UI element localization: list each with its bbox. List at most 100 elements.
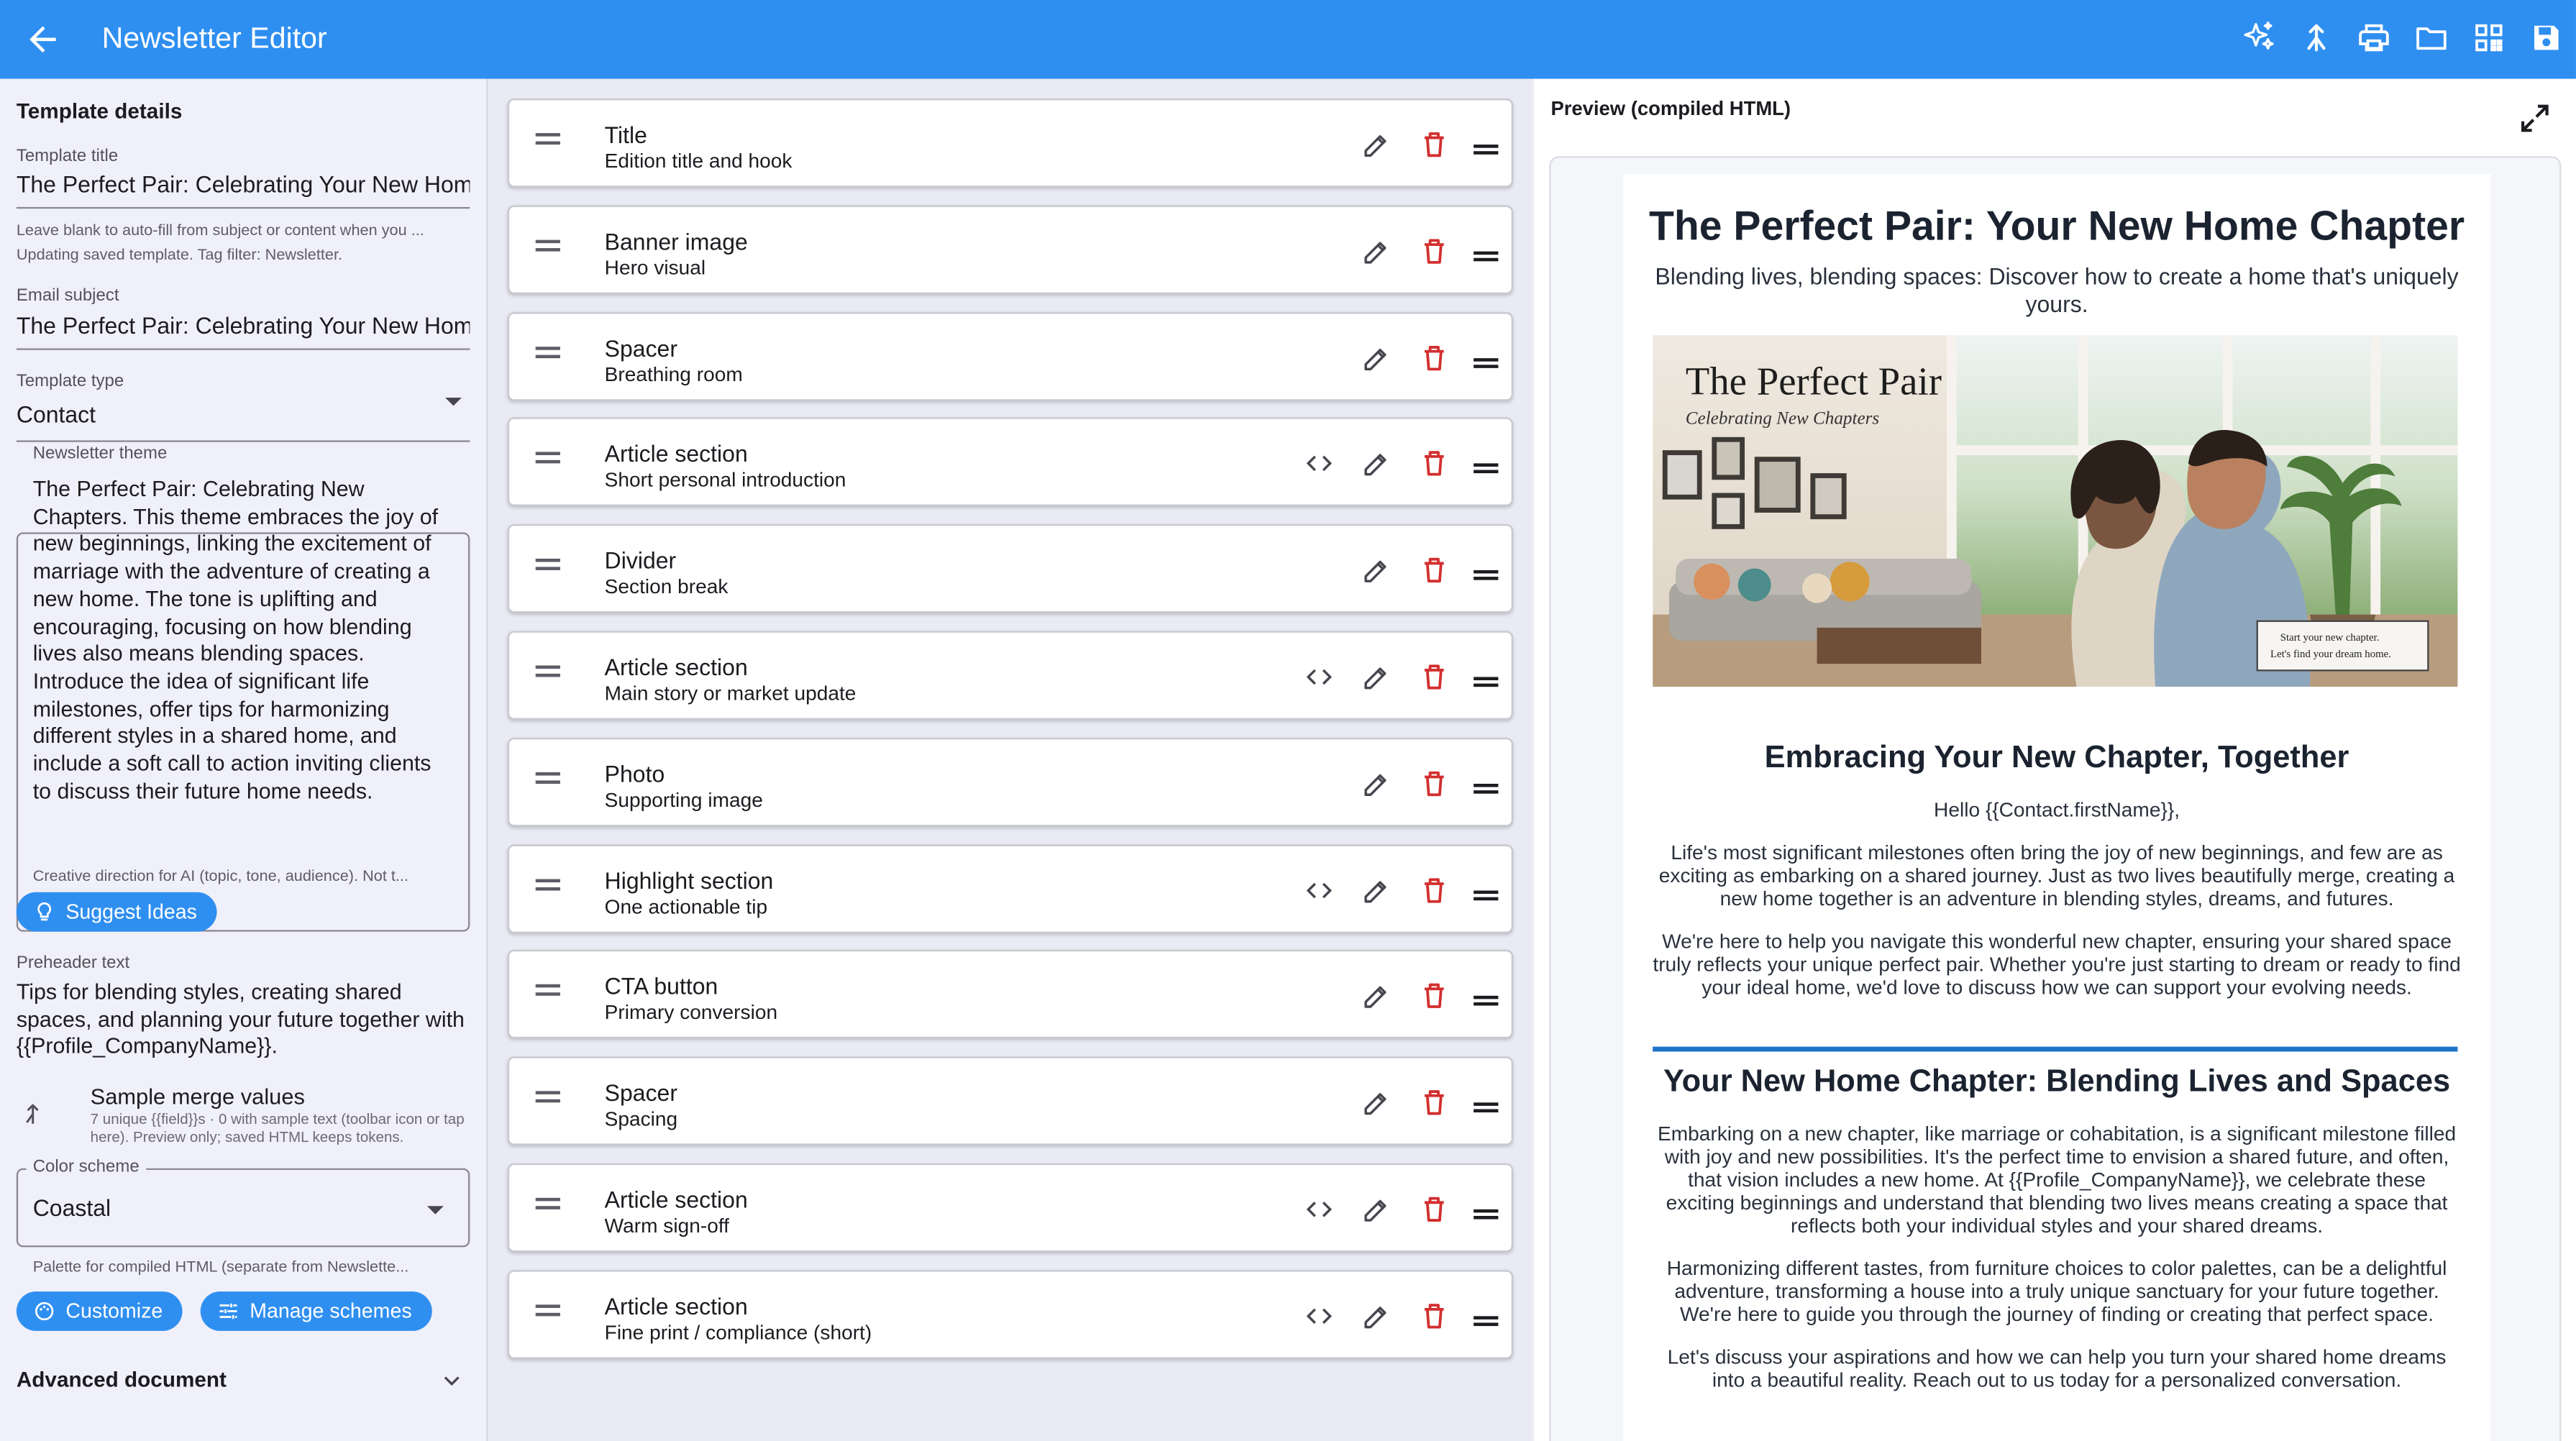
block-card[interactable]: Divider Section break [507,524,1513,613]
save-icon[interactable] [2529,19,2568,59]
advanced-document-toggle[interactable]: Advanced document [17,1367,227,1391]
drag-handle-icon[interactable] [535,984,560,997]
drag-handle-icon[interactable] [535,452,560,465]
delete-icon[interactable] [1417,1193,1451,1226]
reorder-icon[interactable] [1474,464,1499,475]
edit-icon[interactable] [1360,234,1393,267]
block-card[interactable]: CTA button Primary conversion [507,950,1513,1040]
edit-icon[interactable] [1360,980,1393,1013]
suggest-ideas-button[interactable]: Suggest Ideas [16,892,217,932]
delete-icon[interactable] [1417,980,1451,1013]
preview-frame[interactable]: The Perfect Pair: Your New Home Chapter … [1549,156,2562,1441]
hero-image: The Perfect Pair Celebrating New Chapter… [1653,335,2458,687]
block-card[interactable]: Highlight section One actionable tip [507,843,1513,933]
edit-icon[interactable] [1360,554,1393,587]
newsletter-theme-text[interactable]: The Perfect Pair: Celebrating New Chapte… [33,477,454,806]
template-title-input[interactable]: The Perfect Pair: Celebrating Your New H… [17,171,470,198]
block-card[interactable]: Article section Main story or market upda… [507,631,1513,720]
template-type-underline [16,440,470,442]
reorder-icon[interactable] [1474,1102,1499,1113]
drag-handle-icon[interactable] [535,772,560,784]
drag-handle-icon[interactable] [535,346,560,358]
edit-icon[interactable] [1360,767,1393,800]
code-icon[interactable] [1303,1193,1336,1226]
edit-icon[interactable] [1360,447,1393,480]
intro-paragraph-1: Life's most significant milestones often… [1658,841,2455,910]
manage-schemes-label: Manage schemes [250,1299,412,1323]
block-card[interactable]: Spacer Breathing room [507,311,1513,401]
block-card[interactable]: Photo Supporting image [507,737,1513,826]
hero-title: The Perfect Pair [1686,359,1942,403]
merge-icon[interactable] [2298,19,2338,59]
edit-icon[interactable] [1360,1299,1393,1332]
print-icon[interactable] [2356,19,2395,59]
app-bar: Newsletter Editor [0,0,2576,79]
block-card[interactable]: Article section Short personal introducti… [507,418,1513,507]
reorder-icon[interactable] [1474,145,1499,155]
edit-icon[interactable] [1360,874,1393,907]
drag-handle-icon[interactable] [535,1304,560,1316]
delete-icon[interactable] [1417,554,1451,587]
reorder-icon[interactable] [1474,251,1499,261]
drag-handle-icon[interactable] [535,133,560,145]
delete-icon[interactable] [1417,767,1451,800]
code-icon[interactable] [1303,874,1336,907]
edit-icon[interactable] [1360,1087,1393,1120]
drag-handle-icon[interactable] [535,1091,560,1103]
email-subject-label: Email subject [16,285,119,306]
drag-handle-icon[interactable] [535,665,560,677]
preheader-text[interactable]: Tips for blending styles, creating share… [17,979,470,1062]
delete-icon[interactable] [1417,1299,1451,1332]
merge-values-title[interactable]: Sample merge values [91,1084,305,1109]
merge-values-icon[interactable] [19,1101,46,1127]
delete-icon[interactable] [1417,661,1451,694]
drag-handle-icon[interactable] [535,878,560,890]
block-card[interactable]: Article section Warm sign-off [507,1163,1513,1253]
email-subject-input[interactable]: The Perfect Pair: Celebrating Your New H… [17,312,470,339]
edit-icon[interactable] [1360,661,1393,694]
code-icon[interactable] [1303,1299,1336,1332]
reorder-icon[interactable] [1474,1209,1499,1220]
drag-handle-icon[interactable] [535,239,560,252]
reorder-icon[interactable] [1474,1315,1499,1326]
fullscreen-icon[interactable] [2517,100,2557,139]
reorder-icon[interactable] [1474,677,1499,687]
block-subtitle: Section break [604,575,729,599]
delete-icon[interactable] [1417,1087,1451,1120]
merge-values-description: 7 unique {{field}}s · 0 with sample text… [90,1110,465,1145]
reorder-icon[interactable] [1474,570,1499,581]
block-card[interactable]: Banner image Hero visual [507,205,1513,294]
manage-schemes-button[interactable]: Manage schemes [200,1291,432,1331]
edit-icon[interactable] [1360,341,1393,374]
drag-handle-icon[interactable] [535,1197,560,1209]
sparkle-icon[interactable] [2241,19,2280,59]
story-paragraph-3: Let's discuss your aspirations and how w… [1667,1345,2447,1392]
block-card[interactable]: Title Edition title and hook [507,99,1513,188]
delete-icon[interactable] [1417,874,1451,907]
edit-icon[interactable] [1360,128,1393,161]
block-subtitle: Spacing [604,1107,678,1131]
drag-handle-icon[interactable] [535,559,560,571]
folder-icon[interactable] [2413,19,2453,59]
customize-button[interactable]: Customize [16,1291,183,1331]
chevron-down-icon[interactable] [440,1368,463,1391]
reorder-icon[interactable] [1474,357,1499,367]
reorder-icon[interactable] [1474,996,1499,1007]
block-card[interactable]: Spacer Spacing [507,1056,1513,1146]
code-icon[interactable] [1303,661,1336,694]
delete-icon[interactable] [1417,128,1451,161]
dashboard-icon[interactable] [2471,19,2511,59]
template-type-select[interactable]: Contact [17,401,470,428]
block-card[interactable]: Article section Fine print / compliance (… [507,1269,1513,1359]
reorder-icon[interactable] [1474,783,1499,794]
reorder-icon[interactable] [1474,889,1499,900]
delete-icon[interactable] [1417,447,1451,480]
delete-icon[interactable] [1417,341,1451,374]
chevron-down-icon[interactable] [426,1206,444,1214]
chevron-down-icon[interactable] [445,397,462,406]
delete-icon[interactable] [1417,234,1451,267]
email-body: The Perfect Pair: Your New Home Chapter … [1622,174,2491,1441]
arrow-back-icon[interactable] [23,19,63,59]
code-icon[interactable] [1303,447,1336,480]
edit-icon[interactable] [1360,1193,1393,1226]
